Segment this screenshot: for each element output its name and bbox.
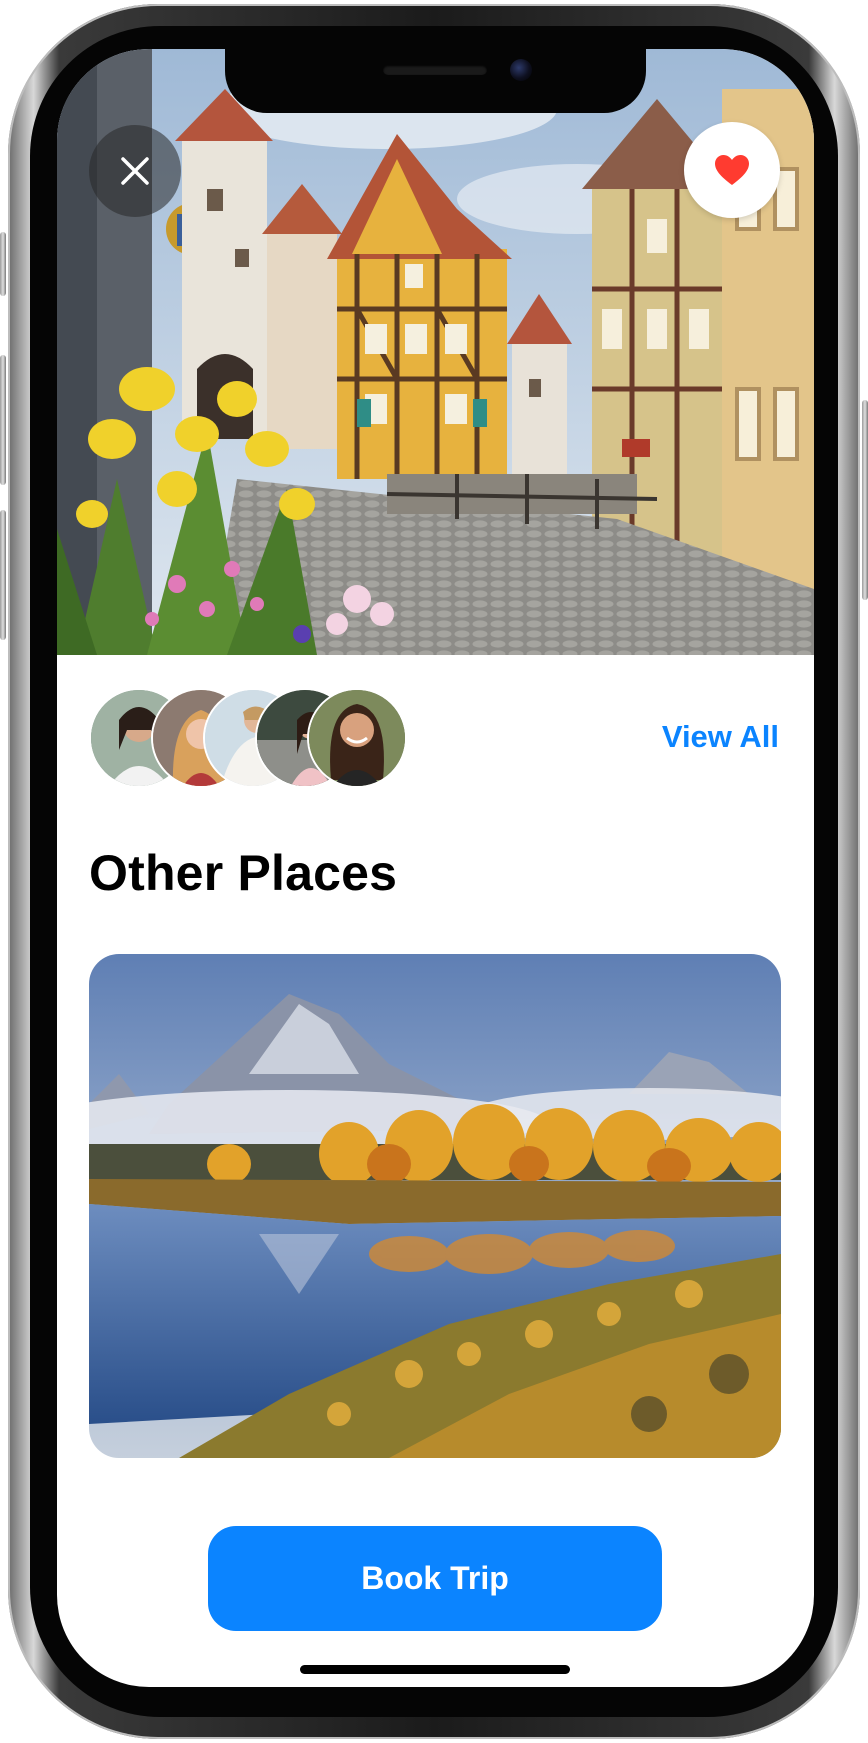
section-title: Other Places xyxy=(89,845,398,901)
home-indicator[interactable] xyxy=(300,1665,570,1674)
volume-down-button xyxy=(0,510,6,640)
place-image xyxy=(89,954,781,1458)
place-card[interactable] xyxy=(89,954,781,1458)
device-mockup: View All Other Places Book Trip xyxy=(0,0,868,1743)
close-button[interactable] xyxy=(89,125,181,217)
notch xyxy=(225,49,646,113)
avatar xyxy=(307,688,407,788)
close-icon xyxy=(121,157,149,185)
view-all-link[interactable]: View All xyxy=(662,719,779,755)
front-camera xyxy=(510,59,532,81)
favorite-button[interactable] xyxy=(684,122,780,218)
speaker-grille xyxy=(383,65,487,75)
book-trip-button[interactable]: Book Trip xyxy=(208,1526,662,1631)
power-button xyxy=(862,400,868,600)
heart-icon xyxy=(715,155,749,185)
volume-up-button xyxy=(0,355,6,485)
silent-switch xyxy=(0,232,6,296)
travelers-avatars[interactable] xyxy=(89,688,449,788)
screen: View All Other Places Book Trip xyxy=(57,49,814,1687)
